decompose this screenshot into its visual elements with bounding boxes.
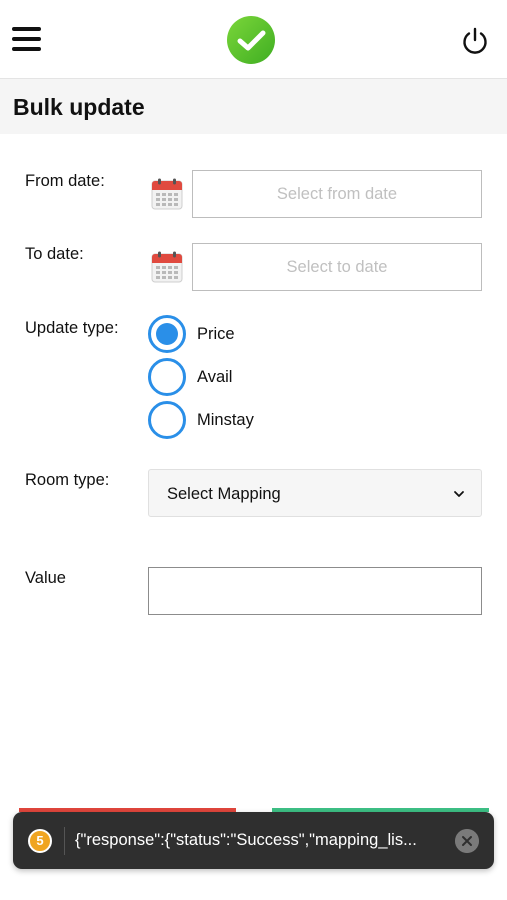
toast-message: {"response":{"status":"Success","mapping… [75,831,417,849]
radio-unselected-icon [148,401,186,439]
radio-option-minstay[interactable]: Minstay [148,401,348,439]
value-input[interactable] [148,567,482,615]
chevron-down-icon [454,491,464,497]
radio-unselected-icon [148,358,186,396]
room-type-select[interactable]: Select Mapping [148,469,482,517]
close-icon[interactable] [455,829,479,853]
toast-notification[interactable]: 5 {"response":{"status":"Success","mappi… [13,812,494,869]
toast-count-badge: 5 [28,829,52,853]
check-logo-icon [227,16,275,64]
to-date-label: To date: [25,245,84,263]
radio-selected-icon [148,315,186,353]
radio-option-price[interactable]: Price [148,315,348,353]
to-date-input[interactable] [192,243,482,291]
room-type-selected-value: Select Mapping [167,485,281,503]
value-label: Value [25,569,66,587]
room-type-label: Room type: [25,471,110,489]
radio-label: Price [197,325,235,343]
calendar-icon[interactable] [151,178,183,210]
radio-label: Avail [197,368,233,386]
calendar-icon[interactable] [151,251,183,283]
top-bar [0,0,507,79]
hamburger-menu-icon[interactable] [12,26,42,52]
toast-divider [64,827,65,855]
title-bar: Bulk update [0,79,507,134]
power-icon[interactable] [460,26,490,56]
page-title: Bulk update [13,94,145,120]
from-date-input[interactable] [192,170,482,218]
radio-option-avail[interactable]: Avail [148,358,348,396]
from-date-label: From date: [25,172,105,190]
update-type-label: Update type: [25,319,119,337]
radio-label: Minstay [197,411,254,429]
